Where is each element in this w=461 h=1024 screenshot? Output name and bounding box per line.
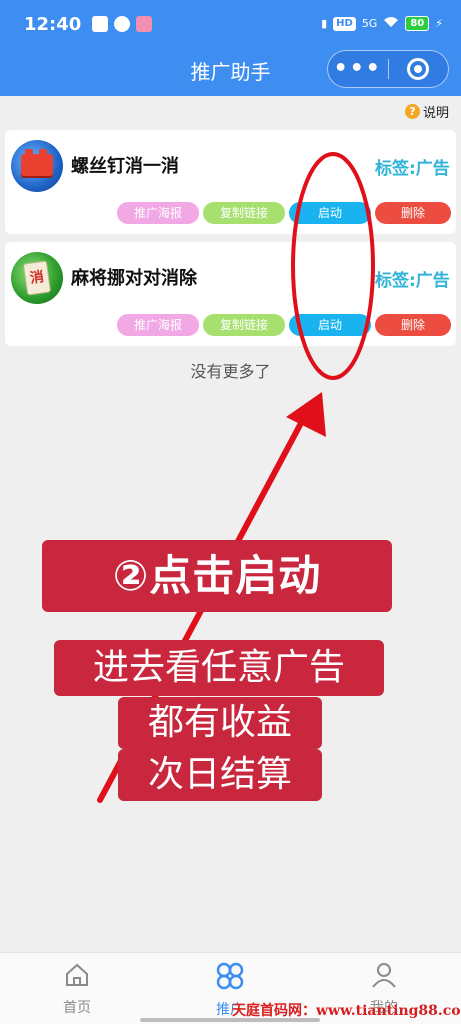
wifi-icon (383, 16, 399, 31)
list-item: 螺丝钉消一消 标签:广告 推广海报 复制链接 启动 删除 (5, 130, 456, 234)
close-mini-program-button[interactable] (388, 58, 448, 80)
tiktok-app-icon (114, 16, 130, 32)
help-link[interactable]: ? 说明 (404, 102, 449, 121)
mini-program-capsule[interactable]: ••• (327, 50, 449, 88)
target-close-icon (407, 58, 430, 80)
home-icon (66, 963, 88, 986)
annotation-line: 次日结算 (118, 749, 322, 801)
watermark: 天庭首码网：www.tianting88.com (232, 1003, 461, 1019)
charging-icon: ⚡ (435, 17, 443, 30)
clover-icon (216, 962, 244, 990)
more-options-button[interactable]: ••• (328, 58, 388, 80)
list-item: 消 麻将挪对对消除 标签:广告 推广海报 复制链接 启动 删除 (5, 242, 456, 346)
start-button[interactable]: 启动 (289, 314, 371, 336)
list-end-text: 没有更多了 (190, 362, 271, 381)
tab-home-label: 首页 (63, 1000, 91, 1016)
tag-label: 标签:广告 (375, 271, 450, 291)
lego-brick-icon (11, 140, 63, 192)
annotation-line: 进去看任意广告 (54, 640, 384, 696)
battery-icon: 80 (405, 16, 430, 31)
question-icon: ? (404, 104, 420, 119)
tag-label: 标签:广告 (375, 159, 450, 179)
annotation-line: 都有收益 (118, 697, 322, 749)
promo-poster-button[interactable]: 推广海报 (117, 202, 199, 224)
user-icon (372, 963, 396, 988)
video-app-icon (92, 16, 108, 32)
delete-button[interactable]: 删除 (375, 314, 451, 336)
start-button[interactable]: 启动 (289, 202, 371, 224)
copy-link-button[interactable]: 复制链接 (203, 314, 285, 336)
system-icons: ▮ HD 5G 80 ⚡ (321, 16, 443, 31)
home-indicator[interactable] (140, 1018, 320, 1022)
mahjong-tile-glyph: 消 (22, 260, 52, 296)
hd-icon: HD (333, 16, 356, 31)
promo-poster-button[interactable]: 推广海报 (117, 314, 199, 336)
signal-5g-icon: 5G (361, 17, 378, 30)
game-name: 麻将挪对对消除 (71, 268, 197, 289)
copy-link-button[interactable]: 复制链接 (203, 202, 285, 224)
notification-icons (92, 16, 152, 32)
delete-button[interactable]: 删除 (375, 202, 451, 224)
tab-home[interactable]: 首页 (37, 961, 117, 1017)
mahjong-tile-icon: 消 (11, 252, 63, 304)
status-time: 12:40 (24, 14, 82, 35)
arrow-head (286, 392, 326, 437)
header: 12:40 ▮ HD 5G 80 ⚡ 推广助手 ••• (0, 0, 461, 96)
game-name: 螺丝钉消一消 (71, 156, 179, 177)
annotation-title: ②点击启动 (42, 540, 392, 612)
vibrate-icon: ▮ (321, 17, 328, 30)
game-app-icon (136, 16, 152, 32)
help-label: 说明 (422, 106, 449, 121)
status-bar: 12:40 ▮ HD 5G 80 ⚡ (0, 0, 461, 50)
